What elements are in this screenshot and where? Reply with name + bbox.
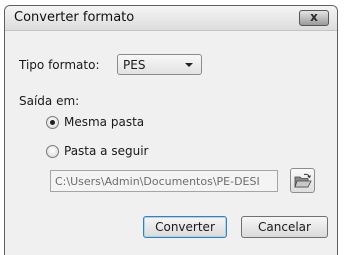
custom-folder-radio[interactable] — [46, 145, 59, 158]
folder-path-field[interactable]: C:\Users\Admin\Documentos\PE-DESI — [50, 170, 278, 192]
same-folder-radio[interactable] — [46, 116, 59, 129]
folder-path-value: C:\Users\Admin\Documentos\PE-DESI — [55, 175, 260, 188]
convert-button[interactable]: Converter — [143, 216, 227, 238]
dialog-title: Converter formato — [14, 10, 135, 25]
title-bar: Converter formato x — [5, 6, 337, 31]
open-folder-icon — [294, 173, 312, 188]
format-type-label: Tipo formato: — [19, 58, 100, 72]
custom-folder-label[interactable]: Pasta a seguir — [64, 144, 148, 158]
cancel-button[interactable]: Cancelar — [241, 216, 328, 238]
close-icon: x — [310, 10, 318, 24]
browse-folder-button[interactable] — [290, 168, 315, 193]
close-button[interactable]: x — [299, 10, 329, 26]
output-label: Saída em: — [19, 94, 80, 108]
convert-format-dialog: Converter formato x Tipo formato: PES Sa… — [4, 5, 338, 255]
same-folder-label[interactable]: Mesma pasta — [64, 115, 144, 129]
chevron-down-icon — [185, 63, 193, 67]
format-type-select[interactable]: PES — [117, 54, 202, 75]
format-type-value: PES — [123, 58, 146, 72]
